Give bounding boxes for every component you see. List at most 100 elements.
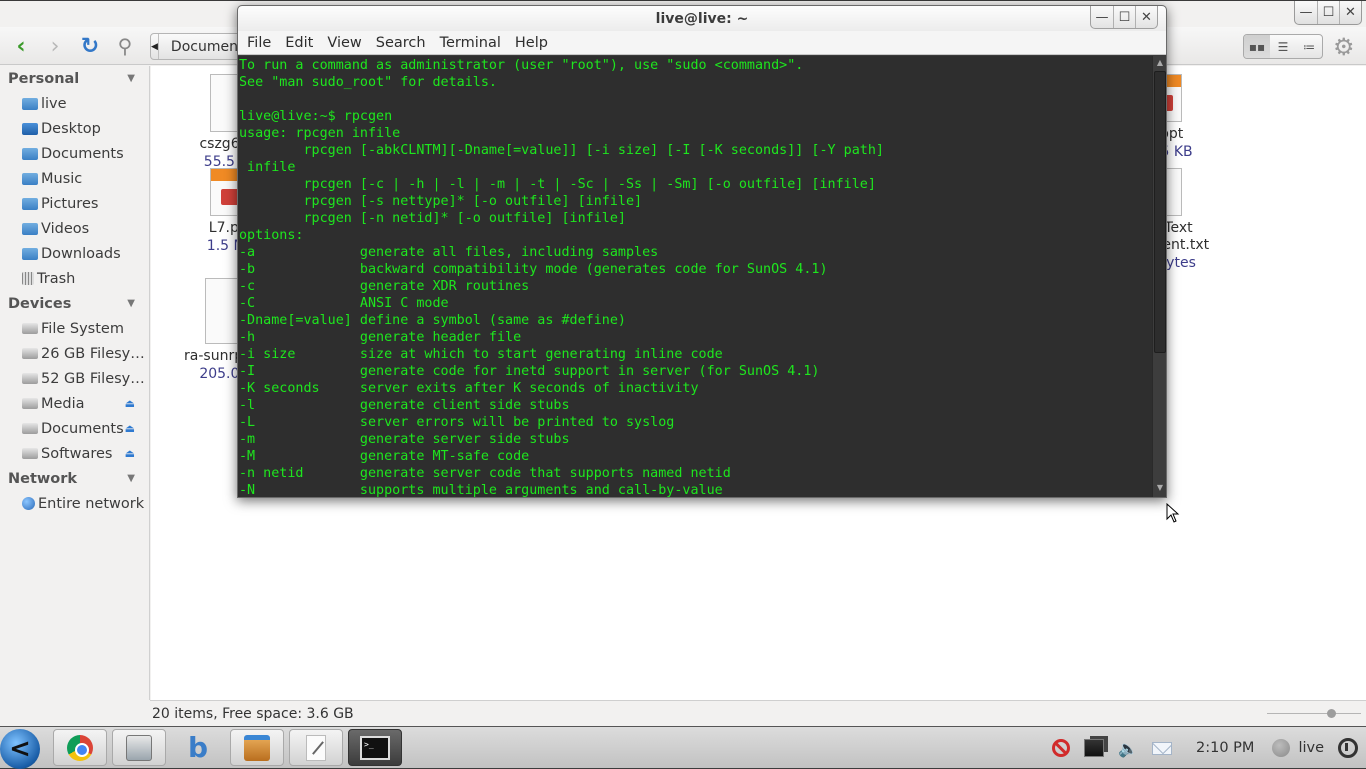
menu-edit[interactable]: Edit xyxy=(278,35,320,51)
status-text: 20 items, Free space: 3.6 GB xyxy=(152,706,354,722)
menu-help[interactable]: Help xyxy=(508,35,555,51)
tray-volume[interactable]: 🔈 xyxy=(1118,739,1138,758)
sidebar-item-26gb-filesystem[interactable]: 26 GB Filesy… xyxy=(0,341,149,366)
downloads-folder-icon xyxy=(22,247,38,260)
minimize-button[interactable]: — xyxy=(1091,6,1113,28)
sidebar-item-label: Trash xyxy=(37,270,76,287)
sidebar-section-personal[interactable]: Personal ▼ xyxy=(0,66,149,91)
drive-icon xyxy=(22,373,38,384)
sidebar-item-52gb-filesystem[interactable]: 52 GB Filesy… xyxy=(0,366,149,391)
sidebar-item-downloads[interactable]: Downloads xyxy=(0,241,149,266)
icon-view-button[interactable]: ▪▪ xyxy=(1244,35,1270,58)
section-label: Personal xyxy=(8,70,80,87)
minimize-button[interactable]: — xyxy=(1295,1,1317,24)
scrollbar-thumb[interactable] xyxy=(1154,71,1166,353)
zoom-slider-handle[interactable] xyxy=(1326,709,1336,718)
collapse-icon[interactable]: ▼ xyxy=(127,473,135,484)
sidebar-section-network[interactable]: Network ▼ xyxy=(0,466,149,491)
sidebar-item-pictures[interactable]: Pictures xyxy=(0,191,149,216)
start-menu-button[interactable]: < xyxy=(0,729,40,769)
trash-icon xyxy=(22,272,34,285)
gear-icon[interactable]: ⚙ xyxy=(1333,33,1355,61)
collapse-icon[interactable]: ▼ xyxy=(127,298,135,309)
list-view-button[interactable]: ☰ xyxy=(1270,35,1296,58)
taskbar-terminal[interactable]: >_ xyxy=(348,729,402,766)
sidebar-item-desktop[interactable]: Desktop xyxy=(0,116,149,141)
menu-search[interactable]: Search xyxy=(369,35,433,51)
sidebar-item-videos[interactable]: Videos xyxy=(0,216,149,241)
search-icon[interactable]: ⚲ xyxy=(112,33,138,59)
status-bar: 20 items, Free space: 3.6 GB xyxy=(150,700,1366,727)
sidebar-item-music[interactable]: Music xyxy=(0,166,149,191)
taskbar-file-manager[interactable] xyxy=(112,729,166,766)
sidebar-item-label: Documents xyxy=(41,420,124,437)
sidebar-section-devices[interactable]: Devices ▼ xyxy=(0,291,149,316)
drive-icon xyxy=(22,348,38,359)
drive-icon xyxy=(22,398,38,409)
sidebar-item-label: Entire network xyxy=(38,495,145,512)
section-label: Devices xyxy=(8,295,72,312)
sidebar-item-label: 26 GB Filesy… xyxy=(41,345,145,362)
menu-terminal[interactable]: Terminal xyxy=(433,35,508,51)
b-app-icon: b xyxy=(187,731,209,764)
path-scroll-left-icon[interactable]: ◀ xyxy=(151,34,159,59)
sidebar-item-label: File System xyxy=(41,320,124,337)
back-icon[interactable]: ‹ xyxy=(8,33,34,59)
sidebar-item-documents-volume[interactable]: Documents ⏏ xyxy=(0,416,149,441)
menu-view[interactable]: View xyxy=(320,35,368,51)
sidebar-item-label: live xyxy=(41,95,67,112)
mouse-cursor-icon xyxy=(1166,503,1180,523)
sidebar-item-live[interactable]: live xyxy=(0,91,149,116)
section-label: Network xyxy=(8,470,78,487)
maximize-button[interactable]: ☐ xyxy=(1113,6,1135,28)
path-bar: ◀ Documents xyxy=(150,33,250,60)
close-button[interactable]: ✕ xyxy=(1135,6,1157,28)
user-menu[interactable]: live xyxy=(1272,739,1324,757)
sidebar-item-media[interactable]: Media ⏏ xyxy=(0,391,149,416)
taskbar: < b >_ 🔈 2:10 PM live xyxy=(0,726,1366,769)
taskbar-text-editor[interactable] xyxy=(289,729,343,766)
compact-view-button[interactable]: ≔ xyxy=(1296,35,1322,58)
mail-icon xyxy=(1152,741,1172,755)
network-icon xyxy=(1084,739,1105,757)
sidebar-item-label: Videos xyxy=(41,220,90,237)
terminal-window: live@live: ~ — ☐ ✕ File Edit View Search… xyxy=(237,5,1167,498)
terminal-scrollbar[interactable]: ▲ ▼ xyxy=(1152,56,1166,497)
close-button[interactable]: ✕ xyxy=(1339,1,1361,24)
sidebar-item-file-system[interactable]: File System xyxy=(0,316,149,341)
reload-icon[interactable]: ↻ xyxy=(77,33,103,59)
eject-icon[interactable]: ⏏ xyxy=(125,422,135,435)
terminal-menubar: File Edit View Search Terminal Help xyxy=(238,31,1166,55)
clock[interactable]: 2:10 PM xyxy=(1196,740,1254,756)
zoom-slider[interactable] xyxy=(1267,709,1361,718)
sidebar-item-label: Documents xyxy=(41,145,124,162)
taskbar-package-installer[interactable] xyxy=(230,729,284,766)
taskbar-b-app[interactable]: b xyxy=(171,729,225,766)
no-entry-icon xyxy=(1052,739,1071,757)
maximize-button[interactable]: ☐ xyxy=(1317,1,1339,24)
terminal-window-controls: — ☐ ✕ xyxy=(1090,6,1158,29)
sidebar-item-label: 52 GB Filesy… xyxy=(41,370,145,387)
power-button[interactable] xyxy=(1338,738,1364,758)
taskbar-chrome[interactable] xyxy=(53,729,107,766)
forward-icon[interactable]: › xyxy=(42,33,68,59)
tray-mail[interactable] xyxy=(1152,741,1172,755)
menu-file[interactable]: File xyxy=(240,35,278,51)
sidebar-item-entire-network[interactable]: Entire network xyxy=(0,491,149,516)
terminal-output[interactable]: To run a command as administrator (user … xyxy=(238,56,1152,497)
scroll-down-icon[interactable]: ▼ xyxy=(1153,483,1166,495)
eject-icon[interactable]: ⏏ xyxy=(125,447,135,460)
eject-icon[interactable]: ⏏ xyxy=(125,397,135,410)
collapse-icon[interactable]: ▼ xyxy=(127,73,135,84)
sidebar-item-documents[interactable]: Documents xyxy=(0,141,149,166)
sidebar-item-trash[interactable]: Trash xyxy=(0,266,149,291)
tray-blocked[interactable] xyxy=(1052,739,1071,757)
scroll-up-icon[interactable]: ▲ xyxy=(1153,58,1166,70)
user-status-icon xyxy=(1272,739,1291,757)
terminal-icon: >_ xyxy=(360,735,390,760)
sidebar-item-label: Media xyxy=(41,395,85,412)
volume-icon: 🔈 xyxy=(1118,738,1138,758)
sidebar-item-softwares[interactable]: Softwares ⏏ xyxy=(0,441,149,466)
tray-network[interactable] xyxy=(1084,739,1105,757)
terminal-titlebar[interactable]: live@live: ~ — ☐ ✕ xyxy=(238,6,1166,31)
